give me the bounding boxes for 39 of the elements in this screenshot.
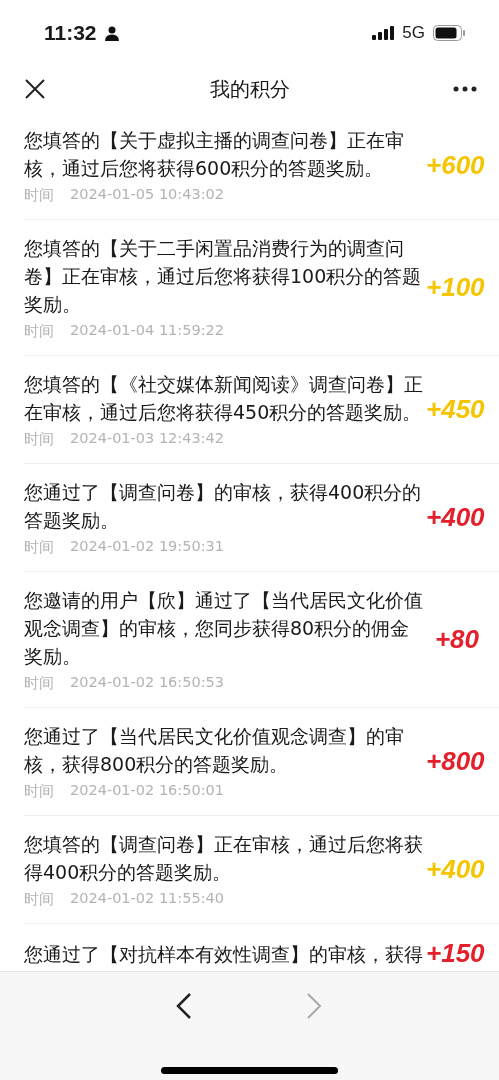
record-text: 您填答的【调查问卷】正在审核，通过后您将获得400积分的答题奖励。 — [24, 832, 424, 885]
back-icon[interactable] — [175, 992, 193, 1020]
points-amount: +400 — [426, 854, 485, 885]
signal-icon — [372, 26, 395, 40]
record-text: 您填答的【《社交媒体新闻阅读》调查问卷】正在审核，通过后您将获得450积分的答题奖励。 — [24, 372, 424, 425]
time-label: 时间 — [24, 782, 54, 801]
record-time: 2024-01-02 16:50:53 — [70, 674, 224, 692]
points-amount: +800 — [426, 746, 485, 777]
page-title: 我的积分 — [209, 75, 290, 103]
points-amount: +150 — [426, 938, 485, 969]
clock-time: 11:32 — [44, 21, 97, 45]
time-label: 时间 — [24, 538, 54, 557]
person-icon — [104, 25, 119, 41]
close-icon[interactable] — [24, 78, 46, 100]
record-text: 您通过了【当代居民文化价值观念调查】的审核，获得800积分的答题奖励。 — [24, 724, 405, 777]
time-label: 时间 — [24, 890, 54, 909]
record-time: 2024-01-02 16:50:01 — [70, 782, 224, 800]
time-label: 时间 — [24, 674, 54, 693]
record-text: 您填答的【关于虚拟主播的调查问卷】正在审核，通过后您将获得600积分的答题奖励。 — [24, 128, 405, 181]
record-text: 您通过了【调查问卷】的审核，获得400积分的答题奖励。 — [24, 480, 423, 533]
record-text: 您邀请的用户【欣】通过了【当代居民文化价值观念调查】的审核，您同步获得80积分的佣金奖励。 — [24, 588, 424, 669]
more-icon[interactable] — [453, 86, 477, 92]
record-time: 2024-01-05 10:43:02 — [70, 186, 224, 204]
points-amount: +400 — [426, 502, 485, 533]
record-time: 2024-01-02 19:50:31 — [70, 538, 224, 556]
time-label: 时间 — [24, 186, 54, 205]
record-text: 您通过了【对抗样本有效性调查】的审核，获得 — [24, 941, 424, 967]
time-label: 时间 — [24, 322, 54, 341]
points-amount: +100 — [426, 272, 485, 303]
record-time: 2024-01-03 12:43:42 — [70, 430, 224, 448]
record-time: 2024-01-04 11:59:22 — [70, 322, 224, 340]
record-text: 您填答的【关于二手闲置品消费行为的调查问卷】正在审核，通过后您将获得100积分的答题奖励。 — [24, 236, 423, 317]
points-amount: +600 — [426, 150, 485, 181]
time-label: 时间 — [24, 430, 54, 449]
record-time: 2024-01-02 11:55:40 — [70, 890, 224, 908]
battery-icon — [433, 25, 465, 41]
points-amount: +450 — [426, 394, 485, 425]
points-amount: +80 — [433, 624, 479, 655]
network-label: 5G — [402, 23, 425, 43]
